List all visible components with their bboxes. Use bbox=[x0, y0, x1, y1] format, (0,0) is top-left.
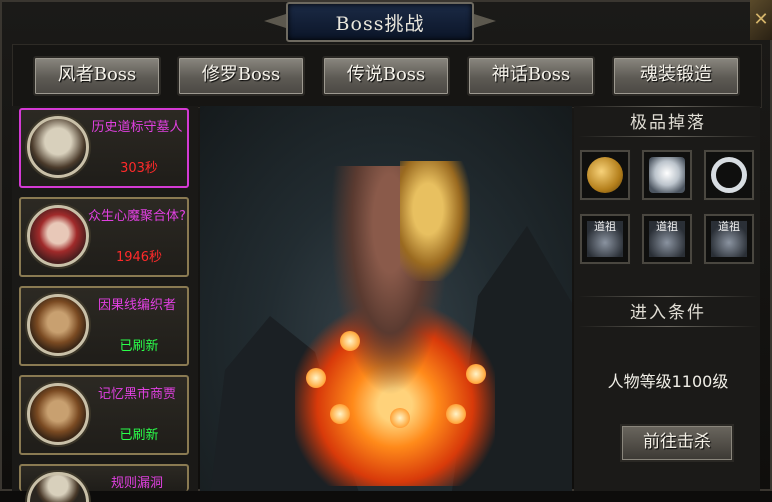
drop-slot[interactable]: 道祖 bbox=[580, 214, 630, 264]
tab-label: 风者Boss bbox=[57, 64, 137, 85]
boss-status: 已刷新 bbox=[119, 428, 159, 443]
tab-label: 神话Boss bbox=[491, 64, 571, 85]
boss-armor bbox=[400, 161, 470, 281]
silver-scroll-icon bbox=[649, 157, 685, 193]
drop-slot[interactable] bbox=[642, 150, 692, 200]
boss-list-item[interactable]: 众生心魔聚合体? 1946秒 bbox=[19, 197, 189, 277]
boss-status: 303秒 bbox=[120, 161, 158, 176]
drop-label: 道祖 bbox=[594, 220, 616, 233]
boss-name: 因果线编织者 bbox=[97, 298, 176, 313]
boss-status: 已刷新 bbox=[119, 339, 159, 354]
flame-skull bbox=[340, 331, 360, 351]
tab-shenhua-boss[interactable]: 神话Boss bbox=[467, 56, 595, 96]
drop-label: 道祖 bbox=[656, 220, 678, 233]
boss-name: 规则漏洞 bbox=[110, 476, 163, 491]
boss-list-item[interactable]: 记忆黑市商贾 已刷新 bbox=[19, 375, 189, 455]
flame-skull bbox=[390, 408, 410, 428]
gold-coin-icon bbox=[587, 157, 623, 193]
level-requirement: 人物等级1100级 bbox=[607, 372, 729, 391]
boss-avatar bbox=[27, 472, 89, 502]
go-kill-button[interactable]: 前往击杀 bbox=[620, 424, 734, 462]
flame-skull bbox=[330, 404, 350, 424]
drop-slot[interactable]: 道祖 bbox=[642, 214, 692, 264]
tab-xiuluo-boss[interactable]: 修罗Boss bbox=[177, 56, 305, 96]
drop-slot[interactable] bbox=[704, 150, 754, 200]
boss-name: 记忆黑市商贾 bbox=[97, 387, 176, 402]
window-title-banner: Boss挑战 bbox=[286, 2, 474, 42]
flame-skull bbox=[446, 404, 466, 424]
divider bbox=[578, 326, 758, 327]
best-drops-title: 极品掉落 bbox=[630, 113, 706, 133]
tab-fengzhe-boss[interactable]: 风者Boss bbox=[33, 56, 161, 96]
boss-preview-scene bbox=[200, 106, 572, 491]
entry-conditions-title: 进入条件 bbox=[630, 303, 706, 323]
close-icon[interactable]: ✕ bbox=[750, 0, 772, 40]
silver-ring-icon bbox=[711, 157, 747, 193]
tab-label: 传说Boss bbox=[346, 64, 426, 85]
boss-name: 历史道标守墓人 bbox=[91, 120, 183, 135]
boss-list-item[interactable]: 规则漏洞 bbox=[19, 464, 189, 502]
flame-skull bbox=[466, 364, 486, 384]
boss-status: 1946秒 bbox=[115, 250, 163, 265]
divider bbox=[578, 296, 758, 297]
boss-avatar bbox=[27, 294, 89, 356]
divider bbox=[578, 136, 758, 137]
window-title: Boss挑战 bbox=[335, 13, 425, 35]
boss-list-item[interactable]: 历史道标守墓人 303秒 bbox=[19, 108, 189, 188]
boss-avatar bbox=[27, 116, 89, 178]
tab-label: 修罗Boss bbox=[201, 64, 281, 85]
flame-skull bbox=[306, 368, 326, 388]
boss-name: 众生心魔聚合体? bbox=[88, 209, 186, 224]
divider bbox=[578, 106, 758, 107]
boss-avatar bbox=[27, 205, 89, 267]
drop-label: 道祖 bbox=[718, 220, 740, 233]
boss-list-item[interactable]: 因果线编织者 已刷新 bbox=[19, 286, 189, 366]
drop-slot[interactable]: 道祖 bbox=[704, 214, 754, 264]
boss-avatar bbox=[27, 383, 89, 445]
tab-label: 魂装锻造 bbox=[640, 64, 712, 85]
tab-chuanshuo-boss[interactable]: 传说Boss bbox=[322, 56, 450, 96]
tab-hunzhuang-forge[interactable]: 魂装锻造 bbox=[612, 56, 740, 96]
drop-slot[interactable] bbox=[580, 150, 630, 200]
